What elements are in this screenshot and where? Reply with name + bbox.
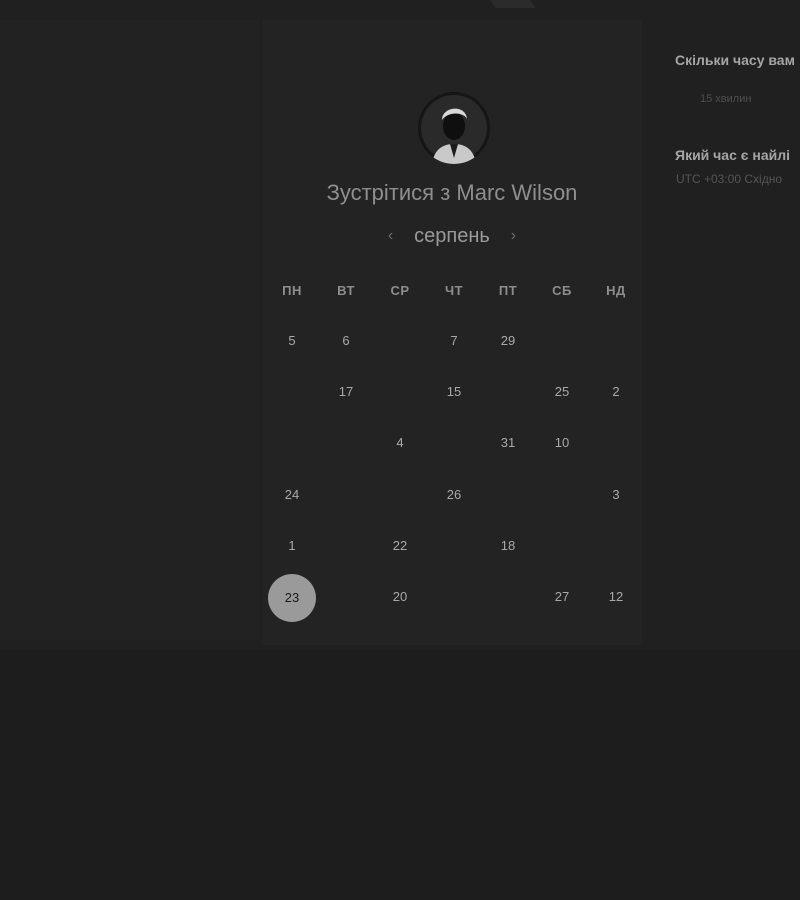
weekday-label: НД <box>606 283 626 298</box>
calendar-day <box>486 485 530 505</box>
weekday-label: ЧТ <box>444 283 464 298</box>
chevron-right-icon[interactable]: › <box>503 227 523 245</box>
calendar-day[interactable]: 18 <box>486 536 530 556</box>
calendar-day <box>540 536 584 556</box>
calendar-day[interactable]: 31 <box>486 433 530 453</box>
calendar-day[interactable]: 2 <box>594 382 638 402</box>
calendar-day <box>432 433 476 453</box>
calendar-day <box>324 536 368 556</box>
calendar-day <box>594 433 638 453</box>
calendar-day[interactable]: 22 <box>378 536 422 556</box>
calendar-day <box>594 331 638 351</box>
calendar-day <box>540 331 584 351</box>
calendar-day <box>486 587 530 607</box>
calendar-day[interactable]: 27 <box>540 587 584 607</box>
calendar-day[interactable]: 25 <box>540 382 584 402</box>
calendar-day <box>432 587 476 607</box>
weekday-label: ПТ <box>498 283 518 298</box>
month-navigation: ‹ серпень › <box>262 225 642 253</box>
calendar-day[interactable]: 15 <box>432 382 476 402</box>
host-avatar <box>418 92 490 164</box>
title-prefix: Зустрітися з <box>326 180 451 205</box>
calendar-day <box>270 382 314 402</box>
calendar-day <box>324 433 368 453</box>
calendar-day <box>594 536 638 556</box>
duration-option[interactable]: 15 хвилин <box>700 93 751 105</box>
duration-question: Скільки часу вам <box>675 52 795 68</box>
calendar-day <box>270 433 314 453</box>
calendar-day[interactable]: 20 <box>378 587 422 607</box>
calendar-day[interactable]: 1 <box>270 536 314 556</box>
page-title: Зустрітися з Marc Wilson <box>262 180 642 206</box>
weekday-label: ПН <box>282 283 302 298</box>
left-panel <box>0 20 260 640</box>
calendar-day <box>324 587 368 607</box>
chevron-left-icon[interactable]: ‹ <box>381 227 401 245</box>
weekday-label: СБ <box>552 283 572 298</box>
calendar-day[interactable]: 6 <box>324 331 368 351</box>
weekday-label: ВТ <box>337 283 355 298</box>
calendar-day[interactable]: 17 <box>324 382 368 402</box>
calendar-day[interactable]: 7 <box>432 331 476 351</box>
calendar-day[interactable]: 24 <box>270 485 314 505</box>
calendar-day[interactable]: 26 <box>432 485 476 505</box>
avatar-portrait-icon <box>418 92 490 164</box>
calendar-day[interactable]: 12 <box>594 587 638 607</box>
scheduler-page: Зустрітися з Marc Wilson ‹ серпень › ПН В… <box>0 0 800 900</box>
calendar-day[interactable]: 10 <box>540 433 584 453</box>
timezone-selector[interactable]: UTC +03:00 Східно <box>676 172 782 186</box>
calendar-day <box>432 536 476 556</box>
calendar-day[interactable]: 5 <box>270 331 314 351</box>
weekday-label: СР <box>390 283 410 298</box>
calendar-day[interactable]: 29 <box>486 331 530 351</box>
calendar-day <box>324 485 368 505</box>
calendar-day[interactable]: 3 <box>594 485 638 505</box>
selected-day[interactable]: 23 <box>268 574 316 622</box>
host-name: Marc Wilson <box>456 180 578 205</box>
time-question: Який час є найлі <box>675 147 791 163</box>
calendar-day <box>540 485 584 505</box>
calendar-day <box>378 485 422 505</box>
calendar-day <box>486 382 530 402</box>
month-label: серпень <box>414 225 490 247</box>
calendar-day <box>378 331 422 351</box>
calendar-day[interactable]: 4 <box>378 433 422 453</box>
calendar-day <box>378 382 422 402</box>
